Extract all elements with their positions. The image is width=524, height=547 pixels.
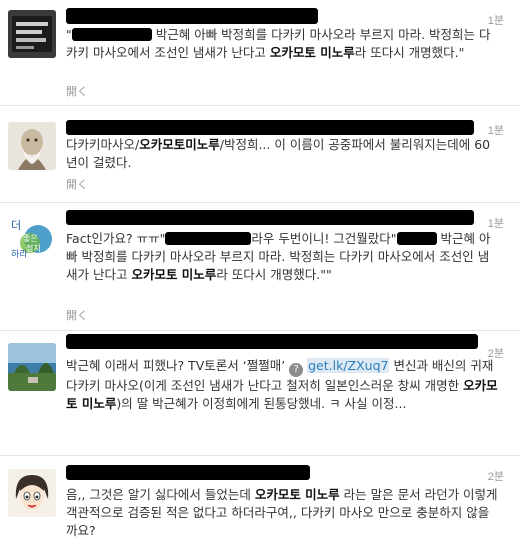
avatar-image: 더 좋은 정치 하라 [8, 213, 56, 261]
redacted-text [165, 232, 252, 245]
svg-text:정치: 정치 [26, 243, 41, 253]
avatar-image [8, 343, 56, 391]
avatar[interactable] [8, 10, 56, 58]
avatar[interactable] [8, 343, 56, 391]
redacted-username [66, 334, 478, 349]
redacted-username [66, 210, 474, 225]
tweet-item[interactable]: 더 좋은 정치 하라 1분 Fact인가요? ㅠㅠ" 라우 두번이니! 그건뭘랐다… [0, 203, 520, 331]
tweet-feed: 1분 " 박근혜 아빠 박정희를 다카키 마사오라 부르지 마라. 박정희는 다… [0, 0, 524, 547]
tweet-link[interactable]: get.lk/ZXuq7 [307, 358, 390, 373]
svg-text:더: 더 [11, 219, 21, 232]
tweet-text: 박근혜 이래서 피했나? TV토론서 ‘쩔쩔매’ ? get.lk/ZXuq7 … [66, 358, 498, 411]
expand-link[interactable]: 開く [66, 307, 88, 323]
tweet-text: Fact인가요? ㅠㅠ" 라우 두번이니! 그건뭘랐다" 박근혜 아빠 박정희를 … [66, 231, 491, 282]
tweet-item[interactable]: 1분 다카키마사오/오카모토미노루/박정희... 이 이름이 공중파에서 불리워… [0, 106, 520, 203]
redacted-text [396, 232, 437, 245]
avatar[interactable]: 더 좋은 정치 하라 [8, 213, 56, 261]
tweet-item[interactable]: 2분 음,, 그것은 알기 싫다에서 들었는데 오카모토 미노루 라는 말은 문… [0, 456, 520, 547]
redacted-username [66, 8, 318, 24]
link-preview-icon[interactable]: ? [289, 363, 304, 377]
expand-link[interactable]: 開く [66, 83, 88, 99]
tweet-time[interactable]: 2분 [488, 468, 504, 484]
redacted-text [71, 28, 152, 41]
svg-text:좋은: 좋은 [23, 234, 38, 243]
avatar[interactable] [8, 469, 56, 517]
tweet-time[interactable]: 1분 [488, 215, 504, 231]
redacted-username [66, 465, 310, 480]
tweet-item[interactable]: 2분 박근혜 이래서 피했나? TV토론서 ‘쩔쩔매’ ? get.lk/ZXu… [0, 331, 520, 456]
avatar-image [8, 469, 56, 517]
tweet-text: 음,, 그것은 알기 싫다에서 들었는데 오카모토 미노루 라는 말은 문서 라… [66, 487, 498, 538]
svg-text:하라: 하라 [11, 249, 28, 260]
tweet-text: 다카키마사오/오카모토미노루/박정희... 이 이름이 공중파에서 불리워지는데… [66, 137, 491, 170]
redacted-username [66, 120, 474, 135]
tweet-item[interactable]: 1분 " 박근혜 아빠 박정희를 다카키 마사오라 부르지 마라. 박정희는 다… [0, 0, 520, 106]
avatar[interactable] [8, 122, 56, 170]
avatar-image [8, 10, 56, 58]
avatar-image [8, 122, 56, 170]
expand-link[interactable]: 開く [66, 176, 88, 192]
tweet-text: " 박근혜 아빠 박정희를 다카키 마사오라 부르지 마라. 박정희는 다카키 … [66, 27, 491, 60]
